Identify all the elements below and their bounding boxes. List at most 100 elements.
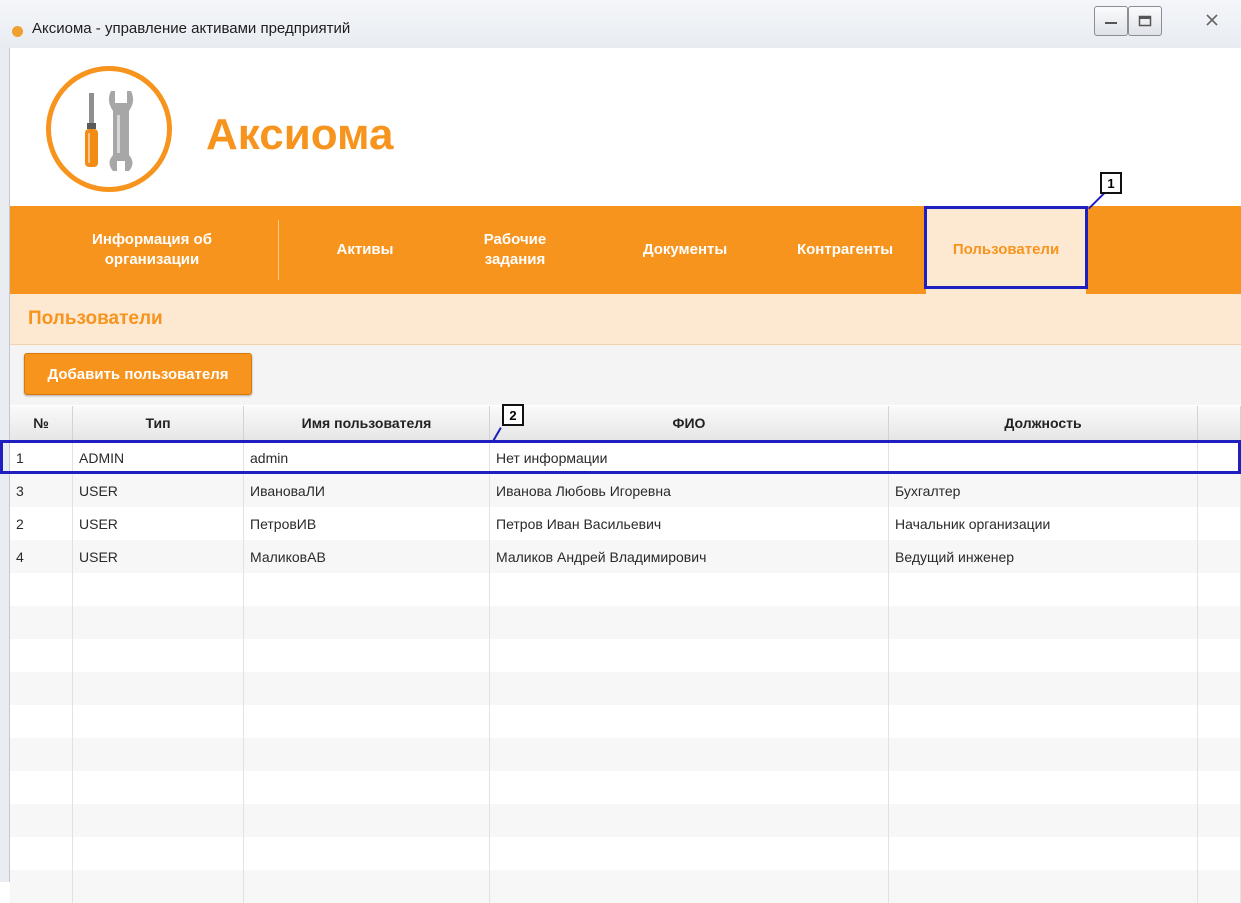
nav-item-assets[interactable]: Активы (290, 206, 440, 294)
cell-position: Ведущий инженер (889, 540, 1198, 573)
table-row[interactable]: 3 USER ИвановаЛИ Иванова Любовь Игоревна Бух… (10, 474, 1241, 507)
cell-filler (1198, 738, 1241, 771)
cell-type (73, 837, 244, 870)
column-header-filler (1198, 406, 1241, 440)
empty-table-row (10, 639, 1241, 672)
cell-position (889, 639, 1198, 672)
cell-username (244, 837, 490, 870)
cell-full-name: Иванова Любовь Игоревна (490, 474, 889, 507)
cell-username (244, 639, 490, 672)
nav-item-counterparties[interactable]: Контрагенты (770, 206, 920, 294)
column-header-full-name[interactable]: ФИО (490, 406, 889, 440)
cell-username (244, 771, 490, 804)
cell-position (889, 738, 1198, 771)
annotation-label-1: 1 (1100, 172, 1122, 194)
cell-position (889, 804, 1198, 837)
cell-number (10, 672, 73, 705)
cell-position (889, 771, 1198, 804)
app-icon (12, 26, 23, 37)
cell-number (10, 804, 73, 837)
add-user-button[interactable]: Добавить пользователя (24, 353, 252, 395)
column-header-position[interactable]: Должность (889, 406, 1198, 440)
cell-type (73, 606, 244, 639)
cell-full-name (490, 771, 889, 804)
cell-filler (1198, 870, 1241, 903)
nav-item-work-tasks[interactable]: Рабочие задания (450, 206, 580, 294)
window-title: Аксиома - управление активами предприяти… (32, 20, 351, 37)
cell-type (73, 804, 244, 837)
cell-username (244, 804, 490, 837)
cell-filler (1198, 606, 1241, 639)
cell-filler (1198, 705, 1241, 738)
cell-number (10, 606, 73, 639)
empty-table-row (10, 771, 1241, 804)
cell-number (10, 837, 73, 870)
cell-number: 2 (10, 507, 73, 540)
minimize-button[interactable] (1094, 6, 1128, 36)
cell-number (10, 705, 73, 738)
cell-type (73, 672, 244, 705)
close-button[interactable] (1196, 6, 1228, 34)
cell-number: 3 (10, 474, 73, 507)
column-header-username[interactable]: Имя пользователя (244, 406, 490, 440)
cell-position: Начальник организации (889, 507, 1198, 540)
empty-table-row (10, 738, 1241, 771)
logo (46, 66, 172, 192)
cell-position: Бухгалтер (889, 474, 1198, 507)
cell-username (244, 705, 490, 738)
cell-position (889, 606, 1198, 639)
table-row[interactable]: 4 USER МаликовАВ Маликов Андрей Владимирови… (10, 540, 1241, 573)
empty-table-row (10, 606, 1241, 639)
cell-type (73, 870, 244, 903)
cell-filler (1198, 540, 1241, 573)
cell-filler (1198, 804, 1241, 837)
empty-table-row (10, 804, 1241, 837)
cell-full-name: Петров Иван Васильевич (490, 507, 889, 540)
cell-number (10, 771, 73, 804)
column-header-type[interactable]: Тип (73, 406, 244, 440)
maximize-button[interactable] (1128, 6, 1162, 36)
column-header-number[interactable]: № (10, 406, 73, 440)
cell-type (73, 771, 244, 804)
cell-full-name (490, 738, 889, 771)
cell-username: МаликовАВ (244, 540, 490, 573)
page-title: Пользователи (28, 308, 163, 329)
annotation-box-2 (0, 440, 1241, 474)
cell-type (73, 639, 244, 672)
cell-number (10, 870, 73, 903)
cell-number (10, 738, 73, 771)
cell-full-name (490, 870, 889, 903)
cell-username (244, 606, 490, 639)
empty-table-row (10, 672, 1241, 705)
nav-separator (278, 220, 279, 280)
table-row[interactable]: 2 USER ПетровИВ Петров Иван Васильевич Начал… (10, 507, 1241, 540)
cell-type: USER (73, 507, 244, 540)
empty-table-row (10, 837, 1241, 870)
tools-icon (85, 91, 134, 171)
cell-username (244, 573, 490, 606)
cell-username: ПетровИВ (244, 507, 490, 540)
cell-filler (1198, 672, 1241, 705)
cell-full-name (490, 639, 889, 672)
cell-type (73, 573, 244, 606)
cell-number (10, 639, 73, 672)
maximize-icon (1138, 15, 1152, 27)
cell-type: USER (73, 474, 244, 507)
cell-filler (1198, 771, 1241, 804)
app-content: Аксиома Информация об организации Активы… (0, 48, 1241, 903)
cell-position (889, 573, 1198, 606)
nav-item-organization-info[interactable]: Информация об организации (28, 206, 276, 294)
cell-type (73, 738, 244, 771)
cell-number: 4 (10, 540, 73, 573)
brand-name: Аксиома (206, 110, 394, 159)
cell-full-name (490, 837, 889, 870)
cell-full-name (490, 705, 889, 738)
cell-position (889, 672, 1198, 705)
cell-filler (1198, 573, 1241, 606)
cell-username: ИвановаЛИ (244, 474, 490, 507)
cell-number (10, 573, 73, 606)
table-header: № Тип Имя пользователя ФИО Должность (10, 406, 1241, 441)
cell-filler (1198, 837, 1241, 870)
cell-type (73, 705, 244, 738)
nav-item-documents[interactable]: Документы (610, 206, 760, 294)
